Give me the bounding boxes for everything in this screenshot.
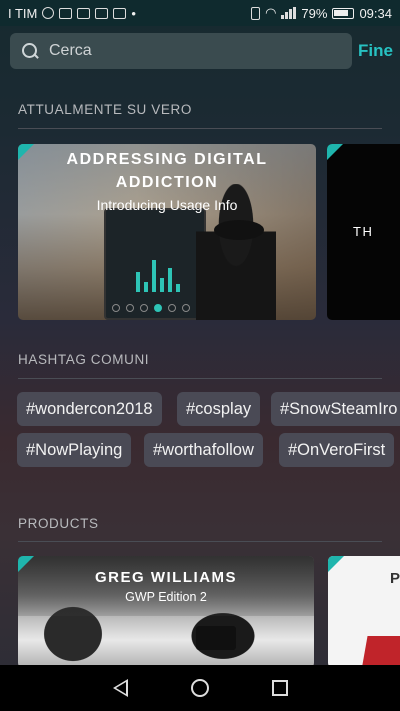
featured-divider — [18, 128, 382, 129]
hashtag-chip[interactable]: #OnVeroFirst — [279, 433, 395, 467]
home-icon — [191, 679, 209, 697]
clock: 09:34 — [359, 5, 392, 21]
card-subtitle: Introducing Usage Info — [96, 197, 238, 213]
vibrate-icon — [251, 6, 261, 20]
search-row: Fine — [10, 32, 394, 70]
card-title-line1: ADDRESSING DIGITAL — [66, 151, 268, 168]
products-divider — [18, 541, 382, 542]
products-section-title: PRODUCTS — [18, 516, 99, 531]
recents-button[interactable] — [262, 670, 298, 706]
carrier-label: I TIM — [8, 5, 38, 21]
android-nav-bar — [0, 665, 400, 711]
product-card-greg-williams[interactable]: GREG WILLIAMS GWP Edition 2 — [18, 556, 314, 668]
product-title: GREG WILLIAMS — [95, 569, 237, 586]
notification-icon — [77, 7, 91, 19]
status-left: I TIM • — [8, 6, 136, 21]
product-card-2[interactable]: P — [328, 556, 400, 668]
hashtag-chip[interactable]: #worthafollow — [144, 433, 263, 467]
featured-card-2[interactable]: TH — [327, 144, 400, 320]
search-icon — [22, 42, 39, 60]
back-icon — [112, 679, 128, 697]
card2-title: TH — [353, 224, 374, 239]
done-button[interactable]: Fine — [358, 41, 393, 61]
wifi-icon: ◠ — [265, 5, 277, 20]
product2-title: P — [390, 570, 400, 587]
hashtag-chip[interactable]: #wondercon2018 — [17, 392, 162, 426]
hashtag-chip[interactable]: #SnowSteamIro — [271, 392, 400, 426]
hashtags-divider — [18, 378, 382, 379]
whatsapp-icon — [42, 7, 55, 19]
home-button[interactable] — [182, 670, 218, 706]
hashtags-section-title: HASHTAG COMUNI — [18, 352, 150, 367]
more-icon: • — [131, 5, 136, 21]
phone-screenshot-image — [104, 208, 206, 320]
hat-image — [214, 220, 264, 240]
search-box[interactable] — [10, 33, 352, 69]
status-right: ◠ 79% 09:34 — [251, 5, 392, 21]
instagram-icon — [59, 7, 73, 19]
battery-icon — [332, 7, 355, 19]
image-icon — [95, 7, 109, 19]
signal-icon — [281, 7, 297, 19]
camera-image — [196, 626, 236, 650]
hashtag-chip[interactable]: #NowPlaying — [17, 433, 132, 467]
search-input[interactable] — [49, 42, 329, 60]
card-shade — [18, 556, 314, 616]
featured-card-addiction[interactable]: ADDRESSING DIGITAL ADDICTION Introducing… — [18, 144, 316, 320]
hashtag-chip[interactable]: #cosplay — [177, 392, 261, 426]
featured-section-title: ATTUALMENTE SU VERO — [18, 102, 192, 117]
product-subtitle: GWP Edition 2 — [125, 590, 207, 604]
recents-icon — [272, 680, 288, 696]
status-bar: I TIM • ◠ 79% 09:34 — [0, 0, 400, 26]
back-button[interactable] — [102, 670, 138, 706]
battery-percent: 79% — [301, 5, 328, 21]
card-corner-badge — [328, 556, 344, 572]
card-title-line2: ADDICTION — [115, 174, 219, 191]
card-corner-badge — [18, 556, 34, 572]
card-corner-badge — [327, 144, 343, 160]
product-image — [360, 636, 400, 668]
card-corner-badge — [18, 144, 34, 160]
mail-icon — [113, 7, 127, 19]
